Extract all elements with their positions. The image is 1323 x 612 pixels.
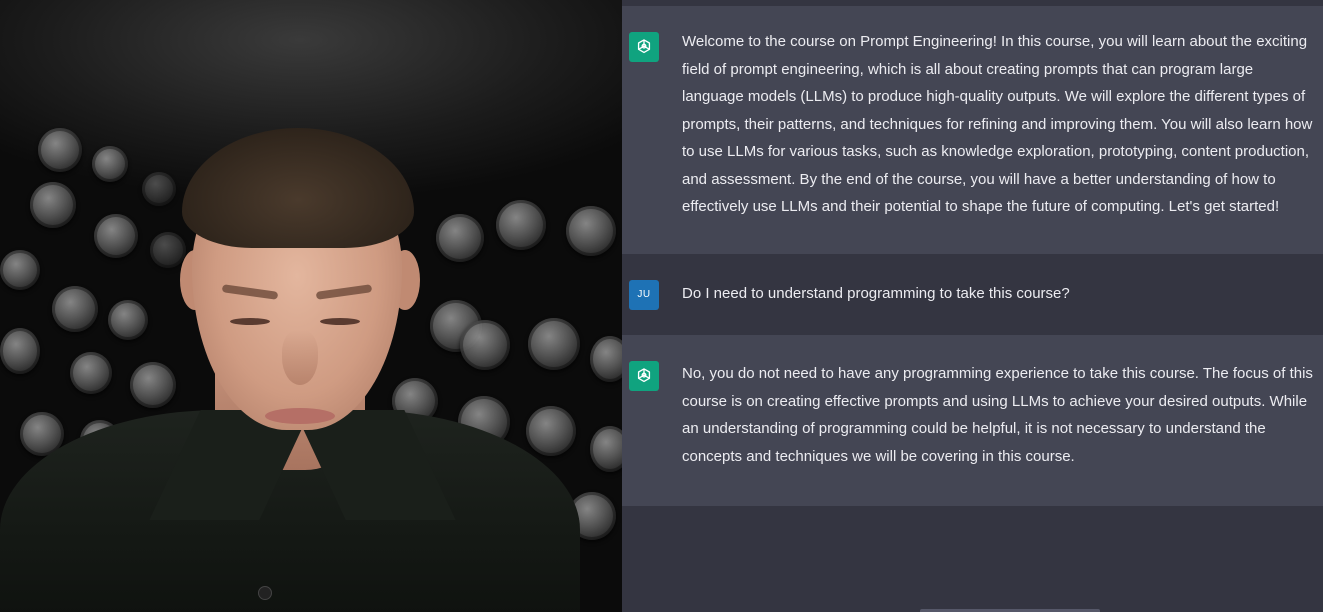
presenter-nose: [282, 330, 318, 385]
assistant-message-text: Welcome to the course on Prompt Engineer…: [682, 33, 1313, 215]
presenter-video: [0, 0, 622, 612]
user-message-text: Do I need to understand programming to t…: [682, 284, 1070, 302]
chat-panel: Welcome to the course on Prompt Engineer…: [622, 0, 1323, 612]
shirt-button: [258, 586, 272, 600]
openai-logo-icon: [629, 361, 659, 391]
assistant-message-text: No, you do not need to have any programm…: [682, 365, 1313, 465]
presenter-eye-left: [230, 318, 270, 325]
openai-logo-icon: [629, 32, 659, 62]
assistant-message: No, you do not need to have any programm…: [622, 335, 1323, 506]
user-avatar: JU: [629, 279, 659, 310]
user-message: JU Do I need to understand programming t…: [622, 253, 1323, 335]
assistant-message: Welcome to the course on Prompt Engineer…: [622, 6, 1323, 254]
presenter-eye-right: [320, 318, 360, 325]
presenter-mouth: [265, 408, 335, 424]
